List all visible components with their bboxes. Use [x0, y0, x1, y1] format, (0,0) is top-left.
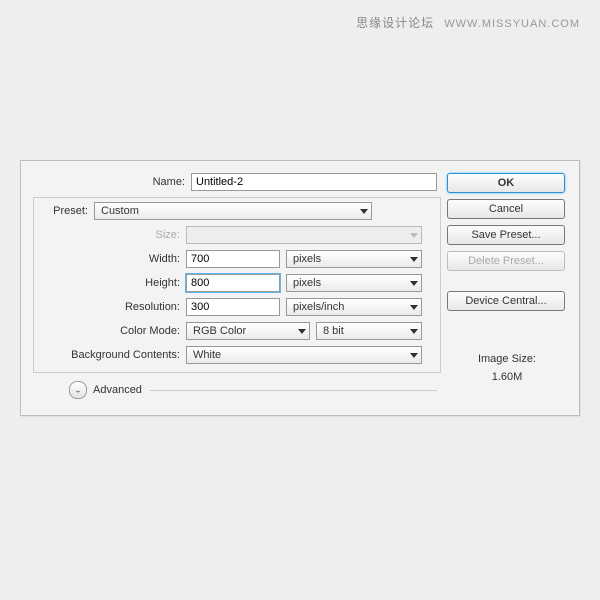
name-input[interactable]	[191, 173, 437, 191]
watermark-url: WWW.MISSYUAN.COM	[444, 18, 580, 30]
colormode-select[interactable]: RGB Color	[186, 322, 310, 340]
resolution-unit-select[interactable]: pixels/inch	[286, 298, 422, 316]
dialog-left-area: Name: Preset: Custom Size: Width:	[33, 173, 441, 399]
preset-value: Custom	[101, 205, 139, 217]
bitdepth-select[interactable]: 8 bit	[316, 322, 422, 340]
advanced-row: ⌄ Advanced	[33, 381, 441, 399]
width-unit-select[interactable]: pixels	[286, 250, 422, 268]
bgcontents-select[interactable]: White	[186, 346, 422, 364]
bgcontents-value: White	[193, 349, 221, 361]
chevron-down-icon	[410, 353, 418, 358]
advanced-toggle[interactable]: ⌄	[69, 381, 87, 399]
chevron-down-icon	[410, 233, 418, 238]
image-size-label: Image Size:	[447, 353, 567, 365]
chevron-down-icon	[360, 209, 368, 214]
image-size-value: 1.60M	[447, 371, 567, 383]
height-input[interactable]	[186, 274, 280, 292]
size-select	[186, 226, 422, 244]
chevron-down-icon	[410, 305, 418, 310]
width-label: Width:	[42, 253, 186, 265]
name-label: Name:	[33, 176, 191, 188]
height-unit-select[interactable]: pixels	[286, 274, 422, 292]
save-preset-button[interactable]: Save Preset...	[447, 225, 565, 245]
bitdepth-value: 8 bit	[323, 325, 344, 337]
preset-group: Preset: Custom Size: Width: pixels	[33, 197, 441, 373]
preset-label: Preset:	[42, 205, 94, 217]
chevron-down-icon: ⌄	[74, 386, 82, 395]
divider	[150, 390, 437, 391]
preset-select[interactable]: Custom	[94, 202, 372, 220]
size-label: Size:	[42, 229, 186, 241]
resolution-label: Resolution:	[42, 301, 186, 313]
resolution-input[interactable]	[186, 298, 280, 316]
ok-button[interactable]: OK	[447, 173, 565, 193]
bgcontents-label: Background Contents:	[42, 349, 186, 361]
width-unit-value: pixels	[293, 253, 321, 265]
cancel-button[interactable]: Cancel	[447, 199, 565, 219]
watermark-cn: 思缘设计论坛	[356, 16, 434, 30]
height-label: Height:	[42, 277, 186, 289]
colormode-value: RGB Color	[193, 325, 246, 337]
watermark: 思缘设计论坛 WWW.MISSYUAN.COM	[356, 14, 580, 31]
chevron-down-icon	[298, 329, 306, 334]
advanced-label: Advanced	[93, 384, 142, 396]
height-unit-value: pixels	[293, 277, 321, 289]
image-size-block: Image Size: 1.60M	[447, 353, 567, 383]
dialog-right-area: OK Cancel Save Preset... Delete Preset..…	[447, 173, 567, 383]
resolution-unit-value: pixels/inch	[293, 301, 344, 313]
new-document-dialog: Name: Preset: Custom Size: Width:	[20, 160, 580, 416]
delete-preset-button: Delete Preset...	[447, 251, 565, 271]
colormode-label: Color Mode:	[42, 325, 186, 337]
chevron-down-icon	[410, 281, 418, 286]
device-central-button[interactable]: Device Central...	[447, 291, 565, 311]
width-input[interactable]	[186, 250, 280, 268]
chevron-down-icon	[410, 329, 418, 334]
chevron-down-icon	[410, 257, 418, 262]
